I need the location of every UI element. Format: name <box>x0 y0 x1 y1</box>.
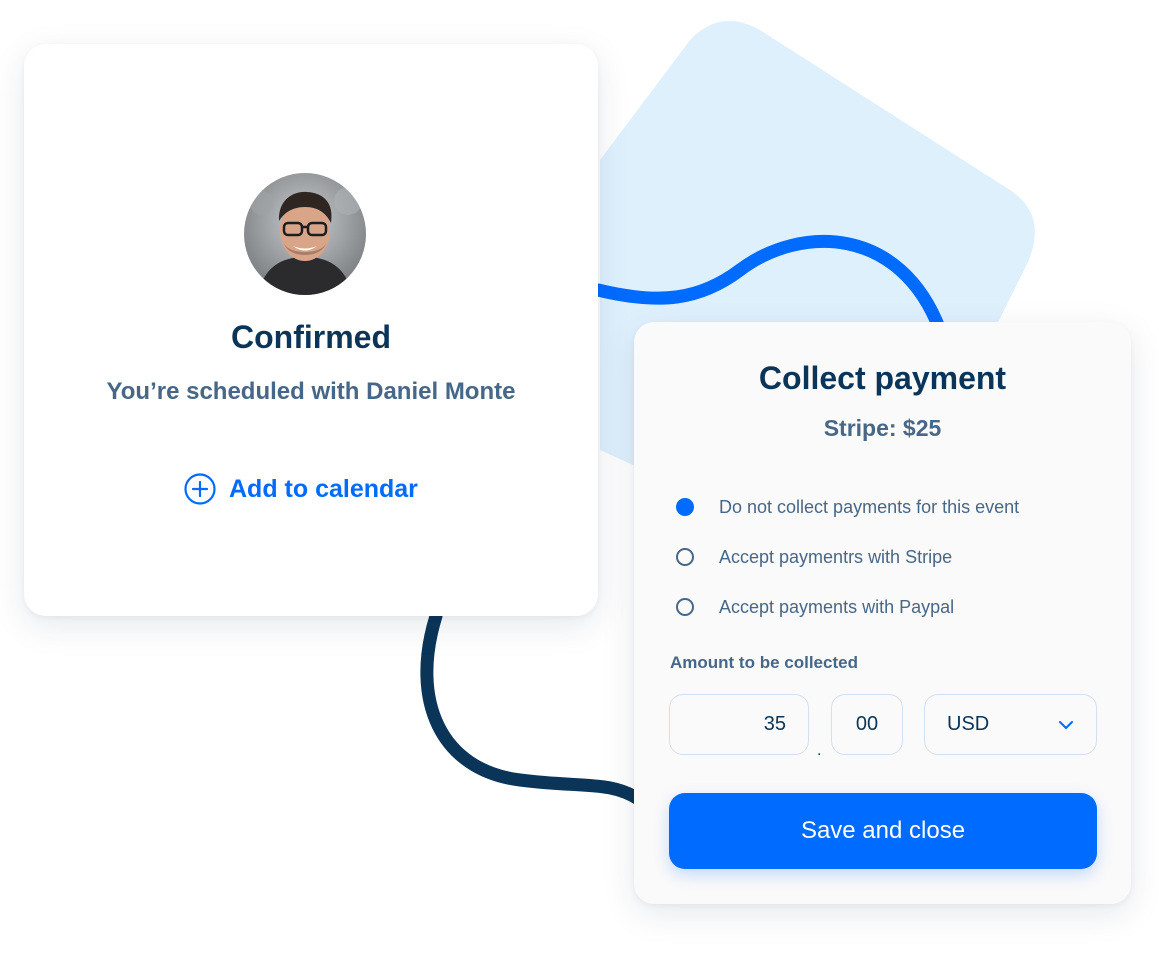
currency-select[interactable]: USD <box>924 694 1097 755</box>
plus-circle-icon <box>184 473 216 505</box>
avatar <box>244 173 366 295</box>
amount-cents-input[interactable]: 00 <box>831 694 903 755</box>
collect-payment-card: Collect payment Stripe: $25 Do not colle… <box>634 322 1131 904</box>
payment-subtitle: Stripe: $25 <box>823 415 942 441</box>
radio-button[interactable] <box>676 548 694 566</box>
decimal-separator: . <box>817 742 822 759</box>
add-to-calendar-label: Add to calendar <box>229 474 418 503</box>
chevron-down-icon <box>1059 720 1073 729</box>
radio-button-selected[interactable] <box>676 498 694 516</box>
payment-option-none[interactable]: Do not collect payments for this event <box>676 482 1116 532</box>
payment-option-label: Do not collect payments for this event <box>719 496 1020 517</box>
scheduling-illustration: Confirmed You’re scheduled with Daniel M… <box>0 0 1159 959</box>
avatar-photo <box>244 173 366 295</box>
payment-options: Do not collect payments for this event A… <box>676 482 1116 632</box>
payment-option-label: Accept paymentrs with Stripe <box>719 546 953 567</box>
confirmation-title: Confirmed <box>231 319 391 355</box>
save-and-close-button[interactable]: Save and close <box>669 793 1097 869</box>
payment-option-stripe[interactable]: Accept paymentrs with Stripe <box>676 532 1116 582</box>
payment-option-label: Accept payments with Paypal <box>719 596 955 617</box>
radio-button[interactable] <box>676 598 694 616</box>
navy-wave-line <box>420 609 647 807</box>
confirmation-card: Confirmed You’re scheduled with Daniel M… <box>24 44 598 616</box>
amount-label: Amount to be collected <box>670 653 858 672</box>
payment-option-paypal[interactable]: Accept payments with Paypal <box>676 582 1116 632</box>
currency-value: USD <box>947 713 990 735</box>
payment-title: Collect payment <box>758 360 1007 396</box>
amount-dollars-input[interactable]: 35 <box>669 694 809 755</box>
confirmation-subtitle: You’re scheduled with Daniel Monte <box>106 378 516 405</box>
add-to-calendar-link[interactable]: Add to calendar <box>184 472 418 506</box>
